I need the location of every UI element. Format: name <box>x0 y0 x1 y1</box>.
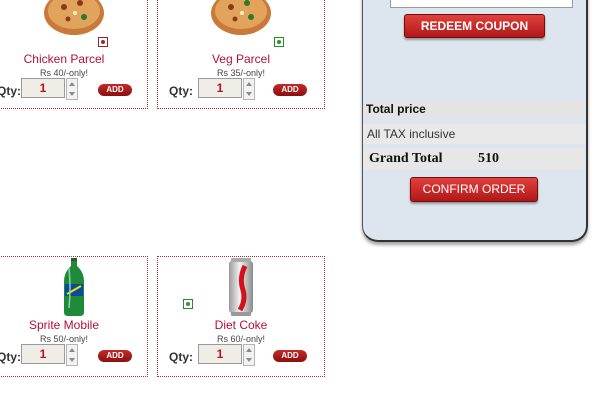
redeem-coupon-button[interactable]: REDEEM COUPON <box>404 14 545 38</box>
add-button[interactable]: ADD <box>98 350 132 362</box>
veg-parcel-image <box>209 0 273 46</box>
qty-input[interactable]: 1 <box>198 78 242 98</box>
stepper-up-icon[interactable] <box>69 348 75 352</box>
qty-stepper[interactable] <box>243 78 255 100</box>
stepper-down-icon[interactable] <box>246 92 252 96</box>
add-button[interactable]: ADD <box>98 84 132 96</box>
product-price: Rs 60/-only! <box>216 334 266 344</box>
qty-label: Qty: <box>169 350 193 364</box>
qty-stepper[interactable] <box>66 78 78 100</box>
non-veg-icon <box>98 37 108 47</box>
confirm-order-button[interactable]: CONFIRM ORDER <box>410 177 538 202</box>
product-name[interactable]: Sprite Mobile <box>0 318 147 332</box>
qty-label: Qty: <box>0 84 21 98</box>
stepper-down-icon[interactable] <box>69 358 75 362</box>
product-name[interactable]: Veg Parcel <box>158 52 324 66</box>
veg-icon <box>183 299 193 309</box>
grand-total-value: 510 <box>478 151 499 166</box>
add-button[interactable]: ADD <box>273 84 307 96</box>
stepper-down-icon[interactable] <box>246 358 252 362</box>
qty-stepper[interactable] <box>66 344 78 366</box>
qty-label: Qty: <box>169 84 193 98</box>
qty-input[interactable]: 1 <box>21 78 65 98</box>
tax-note: All TAX inclusive <box>367 127 456 141</box>
grand-total-label: Grand Total <box>369 151 443 166</box>
stepper-up-icon[interactable] <box>246 348 252 352</box>
product-card-sprite-mobile: Sprite Mobile Rs 50/-only! Qty: 1 ADD <box>0 256 148 377</box>
stepper-up-icon[interactable] <box>69 82 75 86</box>
qty-input[interactable]: 1 <box>21 344 65 364</box>
product-price: Rs 40/-only! <box>39 68 89 78</box>
product-card-diet-coke: Diet Coke Rs 60/-only! Qty: 1 ADD <box>157 256 325 377</box>
total-price-label: Total price <box>366 102 426 116</box>
stepper-down-icon[interactable] <box>69 92 75 96</box>
coupon-code-input[interactable] <box>390 0 573 8</box>
qty-input[interactable]: 1 <box>198 344 242 364</box>
product-card-chicken-parcel: Chicken Parcel Rs 40/-only! Qty: 1 ADD <box>0 0 148 109</box>
product-name[interactable]: Chicken Parcel <box>0 52 147 66</box>
product-name[interactable]: Diet Coke <box>158 318 324 332</box>
sprite-bottle-image <box>63 258 85 321</box>
stepper-up-icon[interactable] <box>246 82 252 86</box>
chicken-parcel-image <box>42 0 106 46</box>
product-price: Rs 50/-only! <box>39 334 89 344</box>
product-card-veg-parcel: Veg Parcel Rs 35/-only! Qty: 1 ADD <box>157 0 325 109</box>
qty-stepper[interactable] <box>243 344 255 366</box>
product-price: Rs 35/-only! <box>216 68 266 78</box>
qty-label: Qty: <box>0 350 21 364</box>
diet-coke-can-image <box>228 258 254 321</box>
add-button[interactable]: ADD <box>273 350 307 362</box>
veg-icon <box>274 37 284 47</box>
